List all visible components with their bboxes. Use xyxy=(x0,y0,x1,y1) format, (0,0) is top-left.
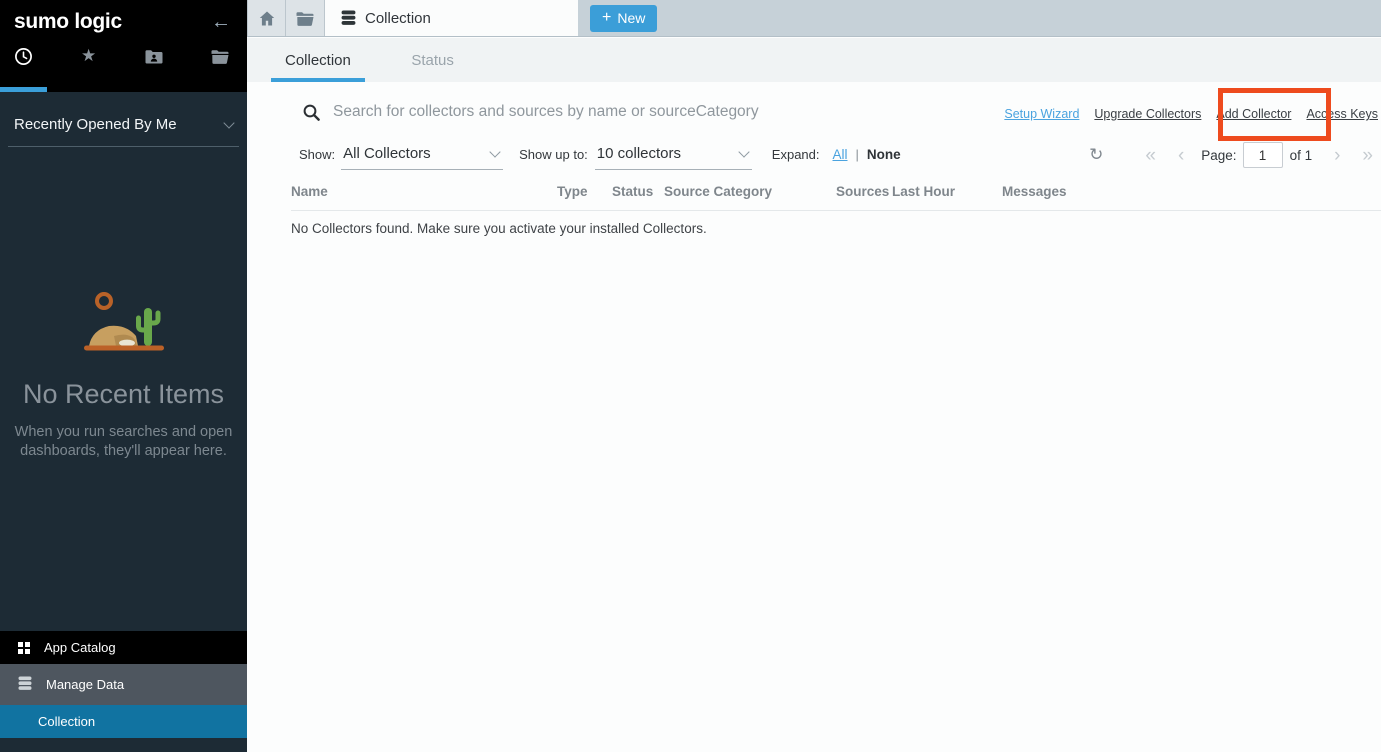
subtab-bar: Collection Status xyxy=(247,38,1381,82)
chevron-down-icon xyxy=(223,117,234,128)
recently-opened-dropdown[interactable]: Recently Opened By Me xyxy=(8,116,239,147)
sidebar-empty-state: No Recent Items When you run searches an… xyxy=(0,288,247,461)
search-input[interactable] xyxy=(333,103,973,121)
recents-clock-icon[interactable] xyxy=(10,45,36,67)
show-label: Show: xyxy=(299,147,335,170)
active-section-underline xyxy=(0,87,47,92)
tab-strip: Collection + New xyxy=(247,0,1381,37)
first-page-icon[interactable]: « xyxy=(1145,146,1156,165)
subtab-collection[interactable]: Collection xyxy=(271,38,365,82)
prev-page-icon[interactable]: ‹ xyxy=(1178,146,1184,165)
no-recent-items-title: No Recent Items xyxy=(0,379,247,410)
sidebar: sumo logic ← ★ Recently Opened By Me xyxy=(0,0,247,752)
collection-panel: Setup Wizard Upgrade Collectors Add Coll… xyxy=(247,82,1381,752)
plus-icon: + xyxy=(602,10,611,26)
column-header-last-hour[interactable]: Last Hour xyxy=(892,184,1002,199)
collapse-sidebar-icon[interactable]: ← xyxy=(211,11,231,34)
sidebar-item-app-catalog[interactable]: App Catalog xyxy=(0,631,247,664)
show-dropdown-value: All Collectors xyxy=(343,145,431,162)
page-of-label: of 1 xyxy=(1290,148,1313,163)
upgrade-collectors-link[interactable]: Upgrade Collectors xyxy=(1094,107,1201,121)
desert-illustration xyxy=(74,288,174,352)
show-dropdown[interactable]: All Collectors xyxy=(341,145,503,170)
new-button[interactable]: + New xyxy=(590,5,657,32)
sidebar-item-label: Collection xyxy=(38,714,95,729)
recently-opened-dropdown-value: Recently Opened By Me xyxy=(14,116,177,133)
add-collector-link[interactable]: Add Collector xyxy=(1216,107,1291,121)
column-header-type[interactable]: Type xyxy=(557,184,612,199)
no-recent-items-subtitle: When you run searches and open dashboard… xyxy=(0,423,247,461)
sidebar-item-collection[interactable]: Collection xyxy=(0,705,247,738)
subtab-status[interactable]: Status xyxy=(397,38,468,82)
chevron-down-icon xyxy=(738,146,749,157)
access-keys-link[interactable]: Access Keys xyxy=(1306,107,1378,121)
column-header-name[interactable]: Name xyxy=(291,184,557,199)
database-icon xyxy=(18,676,32,694)
column-header-sources[interactable]: Sources xyxy=(836,184,892,199)
tab-collection[interactable]: Collection xyxy=(325,0,578,36)
tab-label: Collection xyxy=(365,10,431,27)
sidebar-bottom-nav: App Catalog Manage Data Collection xyxy=(0,631,247,738)
toolbar-links: Setup Wizard Upgrade Collectors Add Coll… xyxy=(1004,107,1378,121)
column-header-messages[interactable]: Messages xyxy=(1002,184,1122,199)
show-up-to-label: Show up to: xyxy=(519,147,588,170)
column-header-source-category[interactable]: Source Category xyxy=(664,184,836,199)
folder-icon xyxy=(296,11,314,26)
shared-folder-icon[interactable] xyxy=(141,45,167,67)
refresh-icon[interactable]: ↻ xyxy=(1089,145,1103,165)
home-icon xyxy=(259,11,275,26)
sidebar-item-manage-data[interactable]: Manage Data xyxy=(0,664,247,705)
collectors-table-header: Name Type Status Source Category Sources… xyxy=(291,184,1381,211)
filter-bar: Show: All Collectors Show up to: 10 coll… xyxy=(299,145,901,170)
sidebar-header: sumo logic ← ★ xyxy=(0,0,247,92)
last-page-icon[interactable]: » xyxy=(1362,146,1373,165)
library-folder-icon[interactable] xyxy=(207,45,233,67)
sumo-logic-logo: sumo logic xyxy=(14,10,122,34)
expand-separator: | xyxy=(856,147,859,170)
sidebar-item-label: App Catalog xyxy=(44,640,116,655)
column-header-status[interactable]: Status xyxy=(612,184,664,199)
home-button[interactable] xyxy=(247,0,286,36)
expand-none-link[interactable]: None xyxy=(867,147,901,170)
setup-wizard-link[interactable]: Setup Wizard xyxy=(1004,107,1079,121)
next-page-icon[interactable]: › xyxy=(1334,146,1340,165)
search-icon xyxy=(303,104,320,121)
library-button[interactable] xyxy=(286,0,325,36)
favorites-star-icon[interactable]: ★ xyxy=(76,45,102,67)
show-up-to-dropdown[interactable]: 10 collectors xyxy=(595,145,752,170)
database-icon xyxy=(341,10,356,26)
show-up-to-dropdown-value: 10 collectors xyxy=(597,145,681,162)
page-label: Page: xyxy=(1201,148,1236,163)
expand-all-link[interactable]: All xyxy=(833,147,848,170)
expand-label: Expand: xyxy=(772,147,820,170)
chevron-down-icon xyxy=(489,146,500,157)
no-collectors-message: No Collectors found. Make sure you activ… xyxy=(291,221,707,236)
search-bar xyxy=(303,103,973,121)
sidebar-item-label: Manage Data xyxy=(46,677,124,692)
app-catalog-grid-icon xyxy=(18,642,30,654)
pagination-controls: ↻ « ‹ Page: of 1 › » xyxy=(1089,142,1373,168)
page-number-input[interactable] xyxy=(1243,142,1283,168)
